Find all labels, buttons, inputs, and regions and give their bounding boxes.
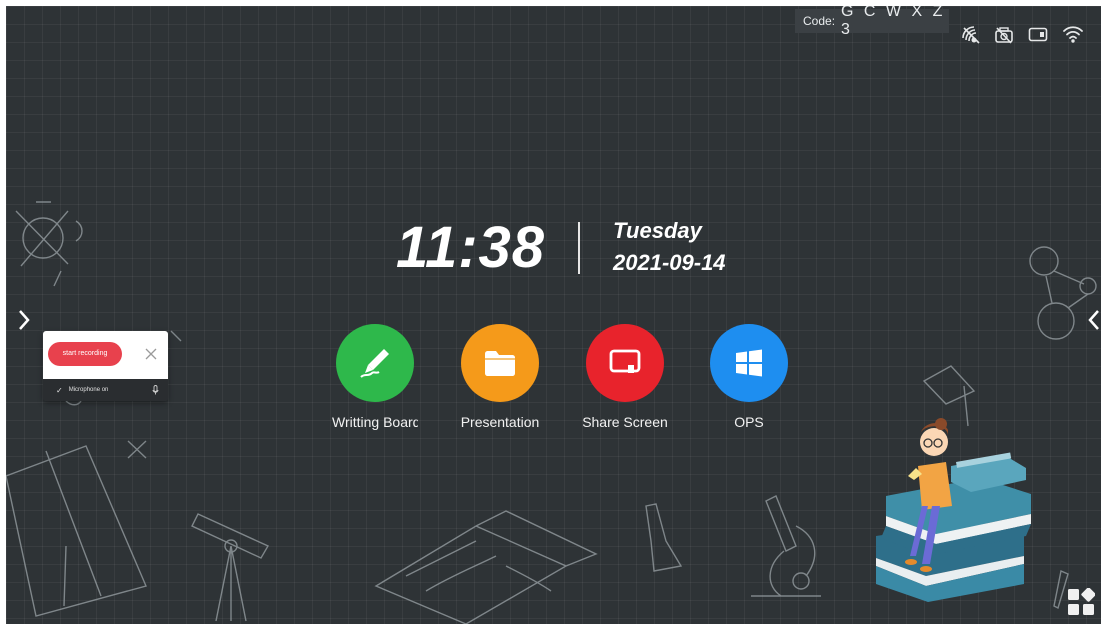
microphone-status-bar: ✓ Microphone on (43, 379, 168, 401)
app-writing-board[interactable]: Writting Board (320, 324, 430, 430)
book-doodle-icon (374, 510, 598, 624)
right-arrow-icon[interactable] (1086, 308, 1101, 337)
desktop-screen: Code: G C W X Z 3 11:38 Tuesday 2021-09-… (6, 6, 1101, 624)
start-recording-button[interactable]: start recording (48, 342, 122, 366)
app-presentation-circle[interactable] (461, 324, 539, 402)
code-value: G C W X Z 3 (841, 6, 946, 38)
microphone-status-label: Microphone on (68, 387, 109, 393)
reading-girl-illustration (876, 418, 1031, 602)
check-icon: ✓ (56, 385, 63, 395)
app-ops-circle[interactable] (710, 324, 788, 402)
no-camera-icon[interactable] (994, 25, 1014, 45)
app-presentation[interactable]: Presentation (445, 324, 555, 430)
clock-weekday: Tuesday (613, 218, 702, 243)
folder-icon (485, 351, 515, 376)
app-writing-board-label: Writting Board (332, 414, 418, 430)
clock-time: 11:38 (396, 215, 546, 280)
clock-divider (578, 222, 580, 274)
telescope-doodle-icon (191, 513, 269, 622)
close-icon[interactable] (145, 347, 157, 365)
app-ops[interactable]: OPS (694, 324, 804, 430)
cross-doodle-icon (127, 440, 147, 459)
windows-icon (736, 349, 762, 377)
app-share-screen[interactable]: Share Screen (570, 324, 680, 430)
app-presentation-label: Presentation (460, 414, 540, 430)
microphone-icon[interactable] (152, 385, 159, 397)
code-label: Code: (803, 14, 836, 28)
pen-icon (360, 349, 389, 378)
all-apps-icon[interactable] (1067, 587, 1096, 621)
app-ops-label: OPS (734, 414, 764, 430)
app-writing-board-circle[interactable] (336, 324, 414, 402)
flask-doodle-icon (645, 503, 683, 572)
screen-share-icon (609, 349, 641, 373)
input-source-icon[interactable] (1028, 26, 1048, 44)
app-share-screen-label: Share Screen (582, 414, 668, 430)
microscope-doodle-icon (751, 495, 821, 597)
recording-panel: start recording ✓ Microphone on (43, 331, 168, 401)
airplane-doodle-icon (15, 201, 83, 287)
connection-code: Code: G C W X Z 3 (795, 6, 949, 38)
paper-doodle-icon (6, 445, 147, 617)
recording-panel-top: start recording (43, 331, 168, 379)
clock-date: 2021-09-14 (613, 250, 726, 275)
app-share-screen-circle[interactable] (586, 324, 664, 402)
screen-share-icon[interactable] (960, 24, 982, 46)
left-arrow-icon[interactable] (16, 308, 32, 337)
wifi-icon[interactable] (1062, 23, 1084, 45)
pencil-doodle-icon (1053, 570, 1069, 610)
